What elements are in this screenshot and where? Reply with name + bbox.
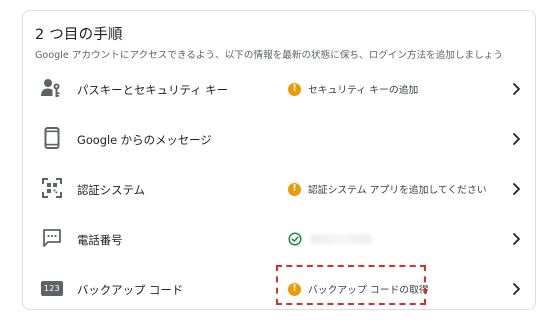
row-authenticator[interactable]: 認証システム ! 認証システム アプリを追加してください xyxy=(23,165,535,215)
row-label: 認証システム xyxy=(77,183,146,197)
card-title: 2 つ目の手順 xyxy=(35,27,123,43)
chevron-right-icon xyxy=(513,283,520,295)
code-123-icon: 123 xyxy=(41,277,63,299)
row-status xyxy=(288,228,372,250)
warning-icon: ! xyxy=(288,182,301,196)
status-text: 認証システム アプリを追加してください xyxy=(308,185,487,196)
row-status: ! セキュリティ キーの追加 xyxy=(288,78,418,100)
row-phone-number[interactable]: 電話番号 xyxy=(23,215,535,265)
qr-scan-icon xyxy=(41,177,63,199)
code-123-badge: 123 xyxy=(41,280,63,296)
row-google-messages[interactable]: Google からのメッセージ xyxy=(23,115,535,165)
chevron-right-icon xyxy=(513,233,520,245)
card-description: Google アカウントにアクセスできるよう、以下の情報を最新の状態に保ち、ログ… xyxy=(35,50,503,61)
redacted-phone-number xyxy=(310,234,372,244)
message-bubble-icon xyxy=(41,227,63,249)
chevron-right-icon xyxy=(513,183,520,195)
chevron-right-icon xyxy=(513,83,520,95)
check-circle-icon xyxy=(288,232,302,246)
row-label: Google からのメッセージ xyxy=(77,133,212,147)
chevron-right-icon xyxy=(513,133,520,145)
highlight-annotation-box xyxy=(276,265,426,305)
row-label: 電話番号 xyxy=(77,233,123,247)
row-label: パスキーとセキュリティ キー xyxy=(77,83,229,97)
warning-icon: ! xyxy=(288,82,301,96)
row-label: バックアップ コード xyxy=(77,283,184,297)
status-text: セキュリティ キーの追加 xyxy=(308,85,419,96)
row-status: ! 認証システム アプリを追加してください xyxy=(288,178,487,200)
smartphone-icon xyxy=(41,127,63,149)
passkey-person-key-icon xyxy=(41,77,63,99)
row-passkeys[interactable]: パスキーとセキュリティ キー ! セキュリティ キーの追加 xyxy=(23,65,535,115)
